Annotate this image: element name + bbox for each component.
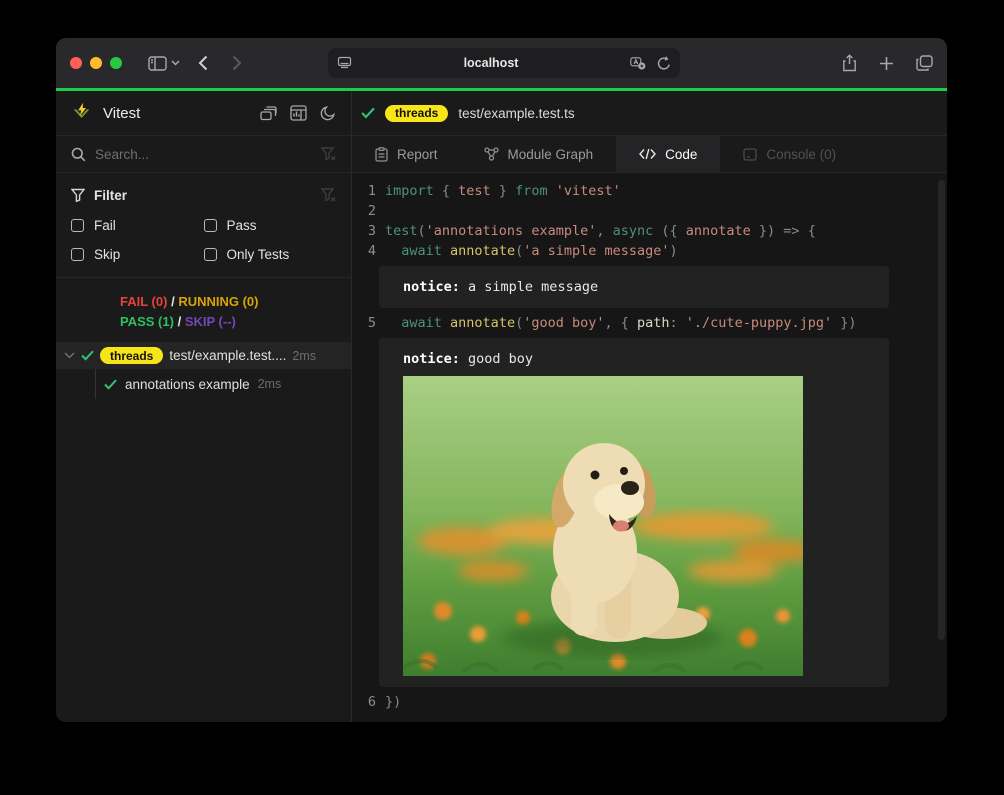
share-icon[interactable] (842, 54, 857, 72)
code-line: 1import { test } from 'vitest' (352, 181, 947, 201)
checkbox-icon (71, 219, 84, 232)
code-line: 4 await annotate('a simple message') (352, 241, 947, 261)
dark-mode-toggle-icon[interactable] (320, 105, 336, 121)
line-number: 2 (352, 201, 376, 221)
console-icon (743, 148, 757, 161)
clear-search-filter-icon[interactable] (321, 147, 336, 161)
pool-badge: threads (100, 347, 163, 364)
scrollbar[interactable] (938, 180, 945, 640)
url-text[interactable]: localhost (352, 56, 630, 70)
tab-console[interactable]: Console (0) (720, 136, 859, 172)
annotation-notice: notice: a simple message (379, 266, 889, 308)
code-view: 1import { test } from 'vitest'23test('an… (352, 173, 947, 722)
pass-check-icon (361, 107, 375, 119)
new-tab-icon[interactable] (879, 56, 894, 71)
test-file-name: test/example.test.... (169, 348, 286, 363)
minimize-window-button[interactable] (90, 57, 102, 69)
pool-badge: threads (385, 105, 448, 122)
tab-code[interactable]: Code (616, 136, 720, 172)
search-row (56, 136, 351, 173)
pass-check-icon (81, 350, 94, 361)
test-file-row[interactable]: threads test/example.test.... 2ms (56, 342, 351, 369)
translate-icon[interactable] (630, 57, 647, 70)
sidebar-toggle-icon[interactable] (148, 56, 167, 71)
filter-checkbox-fail[interactable]: Fail (71, 215, 204, 236)
line-number: 4 (352, 241, 376, 261)
code-line: 3test('annotations example', async ({ an… (352, 221, 947, 241)
checkbox-icon (204, 219, 217, 232)
forward-button[interactable] (232, 55, 242, 71)
tab-overview-icon[interactable] (916, 55, 933, 71)
address-bar[interactable]: localhost (328, 48, 680, 78)
sidebar-header: Vitest (56, 91, 351, 136)
skip-count: SKIP (--) (185, 314, 236, 329)
browser-toolbar: localhost (56, 38, 947, 88)
test-file-duration: 2ms (292, 349, 316, 363)
line-number: 6 (352, 692, 376, 712)
test-summary: FAIL (0) / RUNNING (0) PASS (1) / SKIP (… (56, 278, 351, 342)
line-number: 1 (352, 181, 376, 201)
page-format-icon[interactable] (337, 56, 352, 70)
fail-count: FAIL (0) (120, 294, 167, 309)
test-case-row[interactable]: annotations example 2ms (56, 369, 351, 399)
test-case-name: annotations example (125, 377, 250, 392)
code-line: 2 (352, 201, 947, 221)
checkbox-icon (71, 248, 84, 261)
module-graph-icon (484, 147, 499, 161)
browser-window: localhost (56, 38, 947, 722)
vitest-logo-icon (71, 102, 93, 124)
annotation-notice: notice: good boy (379, 338, 889, 687)
search-icon (71, 147, 86, 162)
annotation-attachment-image (403, 376, 803, 676)
sidebar-chevron-icon[interactable] (171, 60, 180, 66)
test-case-duration: 2ms (258, 377, 282, 391)
coverage-dashboard-icon[interactable] (290, 105, 307, 121)
pass-check-icon (104, 379, 117, 390)
filter-section: Filter Fail Pass (56, 173, 351, 278)
line-number: 3 (352, 221, 376, 241)
zoom-window-button[interactable] (110, 57, 122, 69)
tree-guide-line (95, 369, 96, 399)
clear-filters-icon[interactable] (321, 188, 336, 202)
sidebar: Vitest (56, 91, 352, 722)
running-count: RUNNING (0) (178, 294, 258, 309)
checkbox-icon (204, 248, 217, 261)
test-tree: threads test/example.test.... 2ms annota… (56, 342, 351, 722)
chevron-down-icon[interactable] (64, 352, 75, 359)
code-line: 6}) (352, 692, 947, 712)
report-icon (375, 147, 388, 162)
code-icon (639, 148, 656, 160)
view-tabs: Report Module Graph (352, 136, 947, 173)
filter-checkbox-skip[interactable]: Skip (71, 244, 204, 265)
back-button[interactable] (198, 55, 208, 71)
search-input[interactable] (95, 147, 312, 162)
file-path: test/example.test.ts (458, 106, 574, 121)
reload-icon[interactable] (657, 56, 671, 71)
funnel-icon (71, 188, 85, 202)
tab-module-graph[interactable]: Module Graph (461, 136, 617, 172)
file-header: threads test/example.test.ts (352, 91, 947, 136)
collapse-panels-icon[interactable] (260, 106, 277, 121)
filter-checkbox-only-tests[interactable]: Only Tests (204, 244, 337, 265)
traffic-lights (70, 57, 122, 69)
line-number: 5 (352, 313, 376, 333)
pass-count: PASS (1) (120, 314, 174, 329)
close-window-button[interactable] (70, 57, 82, 69)
main-panel: threads test/example.test.ts Report (352, 91, 947, 722)
code-line: 5 await annotate('good boy', { path: './… (352, 313, 947, 333)
tab-report[interactable]: Report (352, 136, 461, 172)
annotation-type-label: notice: (403, 279, 460, 295)
filter-checkbox-pass[interactable]: Pass (204, 215, 337, 236)
annotation-text: notice: a simple message (403, 277, 865, 297)
annotation-text: notice: good boy (403, 349, 865, 369)
annotation-type-label: notice: (403, 351, 460, 367)
app-title: Vitest (103, 105, 140, 122)
filter-title: Filter (94, 188, 127, 203)
